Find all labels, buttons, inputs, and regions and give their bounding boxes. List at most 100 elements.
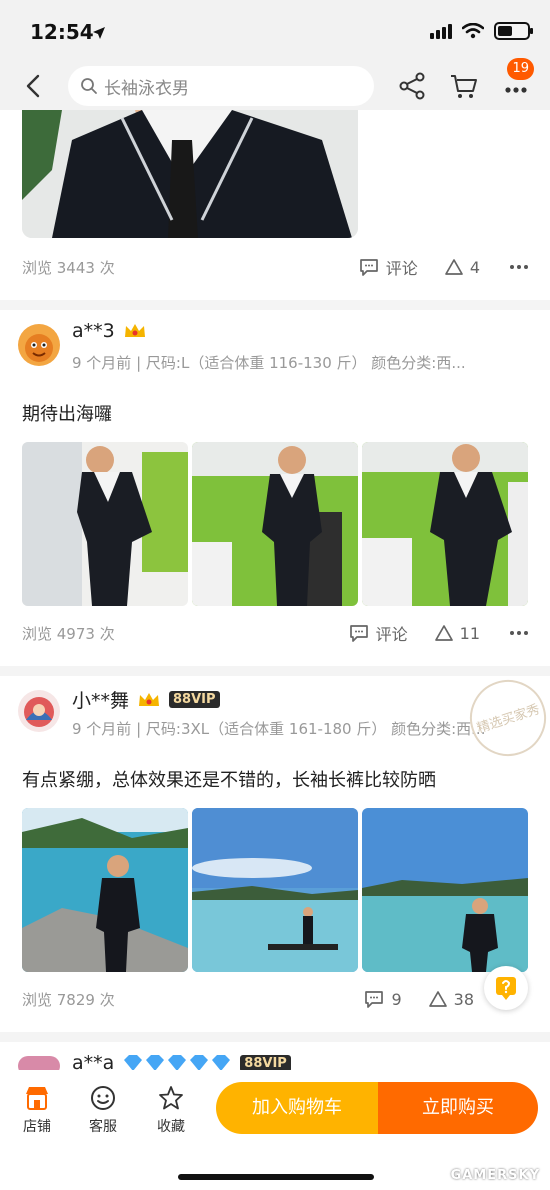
comment-button[interactable]: 评论 [348,621,408,645]
avatar[interactable] [18,690,60,732]
like-button[interactable]: 4 [444,258,480,277]
comment-button[interactable]: 9 [363,989,402,1009]
review-photo[interactable] [22,442,188,606]
featured-stamp: 精选买家秀 [460,670,550,766]
comment-icon [359,259,378,276]
review-header: a**3 9 个月前 | 尺码:L（适合体重 116-130 斤） 颜色分类:西… [18,320,530,380]
review-meta: 9 个月前 | 尺码:3XL（适合体重 161-180 斤） 颜色分类:西... [72,720,486,738]
divider [0,300,550,310]
photo-beach [362,808,528,972]
float-action-button[interactable] [484,966,528,1010]
upvote-triangle-icon [444,259,463,275]
cellular-signal-icon [430,23,452,39]
photo-swimsuit-man [362,442,528,606]
photo-beach [22,808,188,972]
share-icon[interactable] [396,70,428,102]
diamond-level-icon [124,1055,231,1070]
search-icon [81,78,97,94]
search-placeholder: 长袖泳衣男 [104,78,189,99]
status-time: 12:54 [30,20,94,44]
username: 小**舞 88VIP [72,686,220,713]
review-text: 有点紧绷，总体效果还是不错的，长袖长裤比较防晒 [22,770,436,791]
vip-badge: 88VIP [169,691,220,708]
tab-store-label: 店铺 [23,1119,51,1135]
tab-favorite-label: 收藏 [157,1119,185,1135]
buy-now-button[interactable]: 立即购买 [378,1082,538,1134]
like-button[interactable]: 11 [434,624,480,643]
comment-count: 9 [391,989,402,1009]
question-icon [496,977,516,1000]
upvote-triangle-icon [428,991,447,1007]
review-photo[interactable] [362,808,528,972]
review-photos [22,808,528,972]
vip-badge: 88VIP [240,1054,291,1070]
avatar[interactable] [18,1056,60,1070]
photo-swimsuit-man [22,442,188,606]
photo-swimsuit-man [22,110,358,238]
tab-favorite[interactable]: 收藏 [146,1084,196,1136]
review-stats: 浏览 7829 次 9 38 [22,984,528,1014]
avatar[interactable] [18,324,60,366]
upvote-triangle-icon [434,625,453,641]
photo-swimsuit-man [192,442,358,606]
view-count: 浏览 4973 次 [22,624,115,643]
review-photo[interactable] [362,442,528,606]
username: a**a 88VIP [72,1052,291,1070]
review-header: 小**舞 88VIP 9 个月前 | 尺码:3XL（适合体重 161-180 斤… [18,686,530,746]
review-photo[interactable] [22,110,358,238]
customer-service-icon [91,1086,115,1110]
comment-label: 评论 [375,625,408,644]
review-stats: 浏览 4973 次 评论 11 [22,618,528,648]
watermark: GAMERSKY [450,1168,540,1183]
comment-icon [365,991,384,1008]
like-count: 11 [459,623,480,643]
divider [0,666,550,676]
tab-service[interactable]: 客服 [78,1084,128,1136]
more-options-icon[interactable] [510,265,528,269]
comment-icon [349,625,368,642]
tab-service-label: 客服 [89,1119,117,1135]
crown-icon [124,324,145,337]
username-text: 小**舞 [72,690,130,712]
more-options-icon[interactable] [510,631,528,635]
add-to-cart-button[interactable]: 加入购物车 [216,1082,378,1134]
view-count: 浏览 3443 次 [22,258,115,277]
battery-icon [494,22,533,40]
review-photos [22,442,528,606]
notification-badge: 19 [507,58,534,80]
top-post-stats: 浏览 3443 次 评论 4 [22,252,528,282]
search-input[interactable]: 长袖泳衣男 [68,66,374,106]
review-feed[interactable]: 浏览 3443 次 评论 4 a**3 9 个月前 | 尺码:L（适合体重 11… [0,110,550,1070]
divider [0,1032,550,1042]
comment-label: 评论 [385,259,418,278]
photo-beach [192,808,358,972]
cart-icon[interactable] [448,70,480,102]
review-photo[interactable] [22,808,188,972]
review-header: a**a 88VIP [18,1052,530,1070]
avatar-illustration-icon [18,690,60,732]
status-icons [430,22,533,40]
comment-button[interactable]: 评论 [358,255,418,279]
username-text: a**3 [72,320,115,342]
tab-store[interactable]: 店铺 [12,1084,62,1136]
status-bar: 12:54 [0,0,550,62]
review-photo[interactable] [192,808,358,972]
store-icon [26,1087,48,1110]
home-indicator[interactable] [178,1174,374,1180]
username: a**3 [72,320,147,342]
nav-bar: 长袖泳衣男 19 [0,58,550,110]
like-button[interactable]: 38 [428,990,474,1009]
location-arrow-icon [93,27,105,39]
view-count: 浏览 7829 次 [22,990,115,1009]
avatar-cartoon-icon [18,324,60,366]
back-arrow-icon[interactable] [18,70,50,102]
review-meta: 9 个月前 | 尺码:L（适合体重 116-130 斤） 颜色分类:西... [72,354,466,372]
avatar-icon [18,1056,60,1070]
crown-icon [139,692,160,706]
username-text: a**a [72,1052,115,1070]
like-count: 38 [453,989,474,1009]
review-text: 期待出海囉 [22,404,112,425]
wifi-icon [462,23,484,39]
star-icon [159,1086,183,1110]
review-photo[interactable] [192,442,358,606]
